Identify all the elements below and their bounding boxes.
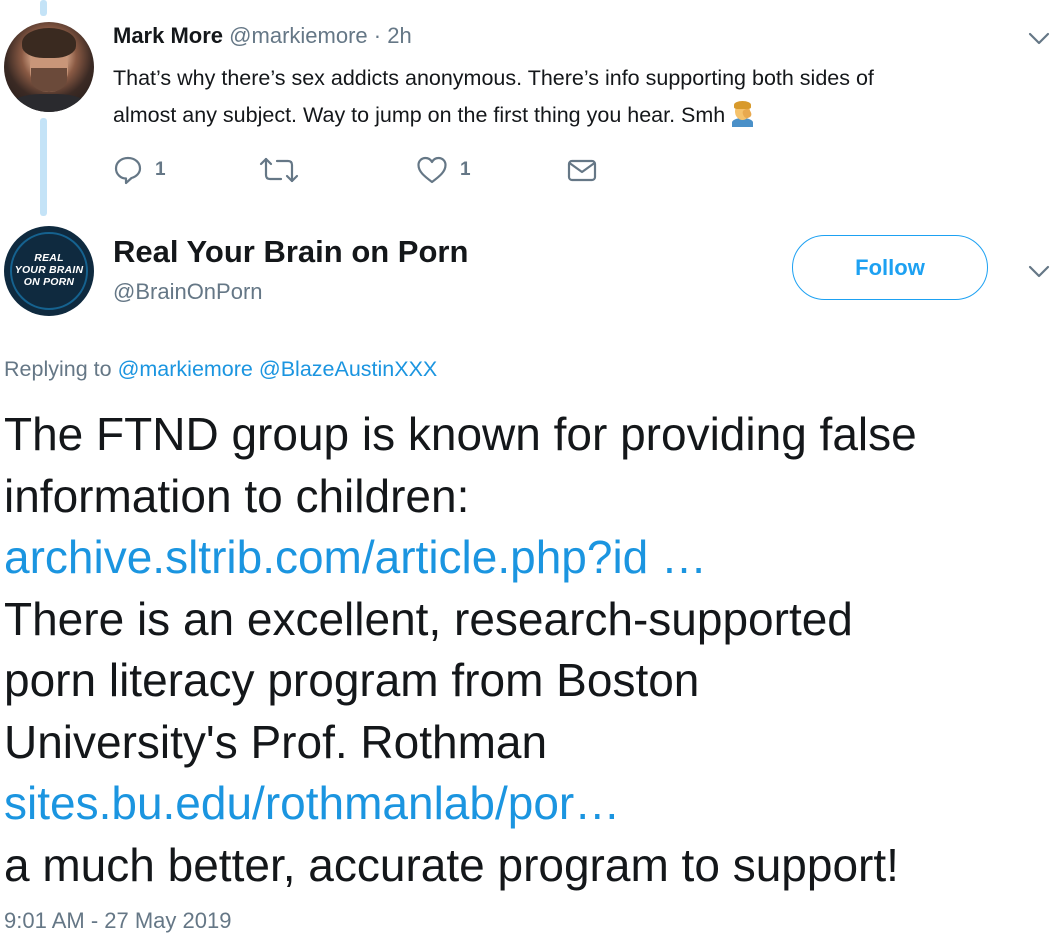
- parent-tweet-menu-chevron-icon[interactable]: [1028, 32, 1050, 46]
- mention-link[interactable]: @markiemore: [118, 357, 253, 381]
- thread-connector: [40, 118, 47, 216]
- mention-link[interactable]: @BlazeAustinXXX: [259, 357, 437, 381]
- tweet-text-line: University's Prof. Rothman: [4, 715, 548, 768]
- reply-count: 1: [155, 159, 166, 180]
- like-count: 1: [460, 159, 471, 180]
- avatar-beard: [31, 68, 67, 92]
- tweet-text-line: a much better, accurate program to suppo…: [4, 838, 899, 891]
- parent-tweet-text: That’s why there’s sex addicts anonymous…: [113, 60, 1043, 134]
- main-author-name[interactable]: Real Your Brain on Porn: [113, 234, 468, 270]
- avatar-logo-text: REAL YOUR BRAIN ON PORN: [14, 252, 84, 288]
- archive-link[interactable]: archive.sltrib.com/article.php?id …: [4, 527, 1054, 589]
- thread-connector-top: [40, 0, 47, 16]
- avatar-shirt: [10, 94, 88, 112]
- main-tweet-menu-chevron-icon[interactable]: [1028, 265, 1050, 279]
- parent-text-line1: That’s why there’s sex addicts anonymous…: [113, 66, 874, 90]
- like-action[interactable]: 1: [416, 154, 471, 186]
- parent-time-ago[interactable]: 2h: [387, 23, 411, 48]
- parent-author-name[interactable]: Mark More: [113, 23, 223, 48]
- tweet-timestamp[interactable]: 9:01 AM - 27 May 2019: [4, 907, 231, 935]
- author-avatar-mark-more[interactable]: [4, 22, 94, 112]
- retweet-icon: [259, 155, 299, 185]
- envelope-icon: [566, 155, 598, 185]
- main-author-handle[interactable]: @BrainOnPorn: [113, 278, 263, 306]
- retweet-action[interactable]: [259, 154, 311, 186]
- reply-action[interactable]: 1: [113, 154, 166, 186]
- tweet-text-line: The FTND group is known for providing fa…: [4, 408, 917, 460]
- parent-text-line2: almost any subject. Way to jump on the f…: [113, 103, 726, 127]
- man-facepalming-icon: [729, 101, 755, 127]
- follow-button[interactable]: Follow: [792, 235, 988, 300]
- tweet-text-line: information to children:: [4, 469, 470, 522]
- tweet-text-line: porn literacy program from Boston: [4, 654, 700, 706]
- replying-prefix: Replying to: [4, 357, 112, 381]
- avatar-hair: [22, 28, 76, 58]
- replying-to: Replying to @markiemore @BlazeAustinXXX: [4, 355, 437, 383]
- direct-message-action[interactable]: [566, 154, 598, 186]
- reply-icon: [113, 155, 143, 185]
- parent-tweet-header: Mark More @markiemore · 2h: [113, 22, 412, 50]
- tweet-text-line: There is an excellent, research-supporte…: [4, 592, 853, 645]
- author-avatar-brainonporn[interactable]: REAL YOUR BRAIN ON PORN: [4, 226, 94, 316]
- header-separator: ·: [373, 23, 382, 48]
- parent-author-handle[interactable]: @markiemore: [229, 23, 367, 48]
- heart-icon: [416, 155, 448, 185]
- main-tweet-text: The FTND group is known for providing fa…: [4, 404, 1054, 896]
- rothmanlab-link[interactable]: sites.bu.edu/rothmanlab/por…: [4, 773, 1054, 835]
